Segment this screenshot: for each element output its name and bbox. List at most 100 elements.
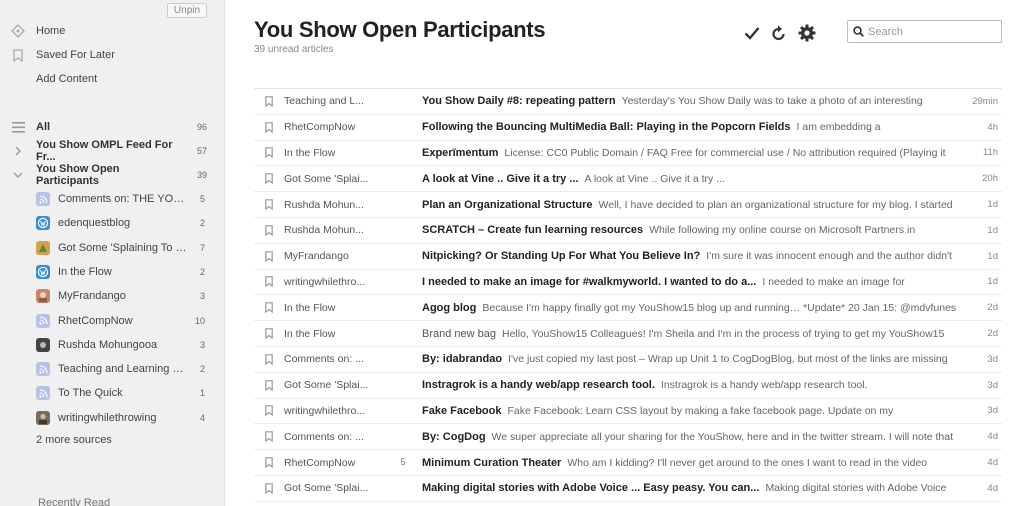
source-item[interactable]: writingwhilethrowing 4 <box>0 407 224 429</box>
save-bookmark-icon[interactable] <box>254 225 284 236</box>
article-title[interactable]: SCRATCH – Create fun learning resources <box>422 224 643 236</box>
article-summary[interactable]: Plan an Organizational Structure Well, I … <box>422 199 968 211</box>
article-summary[interactable]: Experïmentum License: CC0 Public Domain /… <box>422 147 968 159</box>
article-title[interactable]: Minimum Curation Theater <box>422 457 561 469</box>
nav-add-content[interactable]: Add Content <box>0 68 224 90</box>
source-item[interactable]: Rushda Mohungooa 3 <box>0 334 224 356</box>
article-row[interactable]: writingwhilethro... Fake Facebook Fake Fac… <box>254 399 1002 425</box>
article-source[interactable]: Got Some 'Splai... <box>284 379 384 391</box>
article-title[interactable]: You Show Daily #8: repeating pattern <box>422 95 616 107</box>
article-row[interactable]: In the Flow Brand new bag Hello, YouShow15… <box>254 321 1002 347</box>
save-bookmark-icon[interactable] <box>254 457 284 469</box>
article-summary[interactable]: Minimum Curation Theater Who am I kidding… <box>422 457 968 469</box>
save-bookmark-icon[interactable] <box>254 431 284 443</box>
article-summary[interactable]: By: CogDog We super appreciate all your s… <box>422 431 968 443</box>
article-source[interactable]: In the Flow <box>284 302 384 314</box>
article-source[interactable]: Comments on: ... <box>284 353 384 365</box>
article-title[interactable]: By: CogDog <box>422 431 486 443</box>
article-source[interactable]: Got Some 'Splai... <box>284 173 384 185</box>
source-item[interactable]: edenquestblog 2 <box>0 212 224 234</box>
more-sources-link[interactable]: 2 more sources <box>36 434 112 446</box>
article-source[interactable]: writingwhilethro... <box>284 405 384 417</box>
article-row[interactable]: Rushda Mohun... SCRATCH – Create fun lear… <box>254 218 1002 244</box>
article-row[interactable]: RhetCompNow 5 Minimum Curation Theater Who … <box>254 450 1002 476</box>
article-summary[interactable]: Agog blog Because I'm happy finally got m… <box>422 302 968 314</box>
article-source[interactable]: writingwhilethro... <box>284 276 384 288</box>
article-row[interactable]: writingwhilethro... I needed to make an i… <box>254 270 1002 296</box>
chevron-right-icon[interactable] <box>0 146 36 156</box>
article-summary[interactable]: Instragrok is a handy web/app research t… <box>422 379 968 391</box>
mark-read-check-icon[interactable] <box>742 23 762 43</box>
article-row[interactable]: Got Some 'Splai... A look at Vine .. Give… <box>254 166 1002 193</box>
save-bookmark-icon[interactable] <box>254 121 284 133</box>
article-row[interactable]: RhetCompNow Following the Bouncing MultiM… <box>254 115 1002 141</box>
article-title[interactable]: By: idabrandao <box>422 353 502 365</box>
source-item[interactable]: Teaching and Learning Portf... 2 <box>0 358 224 380</box>
source-item[interactable]: To The Quick 1 <box>0 382 224 404</box>
article-source[interactable]: RhetCompNow <box>284 121 384 133</box>
article-title[interactable]: Fake Facebook <box>422 405 501 417</box>
chevron-down-icon[interactable] <box>0 171 36 179</box>
article-source[interactable]: Teaching and L... <box>284 95 384 107</box>
article-row[interactable]: MyFrandango Nitpicking? Or Standing Up Fo… <box>254 244 1002 270</box>
recently-read-label[interactable]: Recently Read <box>38 497 110 506</box>
save-bookmark-icon[interactable] <box>254 405 284 417</box>
article-source[interactable]: In the Flow <box>284 147 384 159</box>
search-input[interactable] <box>868 25 993 38</box>
article-summary[interactable]: Making digital stories with Adobe Voice … <box>422 482 968 494</box>
unpin-button[interactable]: Unpin <box>167 3 207 18</box>
nav-home[interactable]: Home <box>0 20 224 42</box>
article-title[interactable]: Brand new bag <box>422 328 496 340</box>
article-source[interactable]: RhetCompNow <box>284 457 384 469</box>
article-title[interactable]: Making digital stories with Adobe Voice … <box>422 482 759 494</box>
source-item[interactable]: In the Flow 2 <box>0 261 224 283</box>
save-bookmark-icon[interactable] <box>254 276 284 288</box>
article-row[interactable]: Comments on: ... By: idabrandao I've just … <box>254 347 1002 373</box>
article-title[interactable]: A look at Vine .. Give it a try ... <box>422 173 579 185</box>
article-title[interactable]: Nitpicking? Or Standing Up For What You … <box>422 250 700 262</box>
source-item[interactable]: MyFrandango 3 <box>0 285 224 307</box>
gear-icon[interactable] <box>797 23 817 43</box>
article-title[interactable]: Experïmentum <box>422 147 498 159</box>
article-summary[interactable]: SCRATCH – Create fun learning resources W… <box>422 224 968 236</box>
article-row[interactable]: Got Some 'Splai... Instragrok is a handy … <box>254 373 1002 399</box>
article-source[interactable]: Rushda Mohun... <box>284 224 384 236</box>
save-bookmark-icon[interactable] <box>254 328 284 340</box>
save-bookmark-icon[interactable] <box>254 96 284 107</box>
article-source[interactable]: MyFrandango <box>284 250 384 262</box>
article-title[interactable]: Plan an Organizational Structure <box>422 199 593 211</box>
article-title[interactable]: Agog blog <box>422 302 476 314</box>
article-title[interactable]: Following the Bouncing MultiMedia Ball: … <box>422 121 791 133</box>
save-bookmark-icon[interactable] <box>254 147 284 159</box>
article-source[interactable]: Rushda Mohun... <box>284 199 384 211</box>
search-box[interactable] <box>847 20 1002 43</box>
article-summary[interactable]: You Show Daily #8: repeating pattern Yest… <box>422 95 968 107</box>
feed-open-participants[interactable]: You Show Open Participants 39 <box>0 163 224 187</box>
article-row[interactable]: In the Flow Experïmentum License: CC0 Publ… <box>254 141 1002 167</box>
article-summary[interactable]: By: idabrandao I've just copied my last p… <box>422 353 968 365</box>
article-summary[interactable]: Following the Bouncing MultiMedia Ball: … <box>422 121 968 133</box>
article-source[interactable]: In the Flow <box>284 328 384 340</box>
nav-saved-for-later[interactable]: Saved For Later <box>0 44 224 66</box>
save-bookmark-icon[interactable] <box>254 173 284 185</box>
article-summary[interactable]: A look at Vine .. Give it a try ... A loo… <box>422 173 968 185</box>
source-item[interactable]: RhetCompNow 10 <box>0 310 224 332</box>
save-bookmark-icon[interactable] <box>254 379 284 391</box>
nav-all[interactable]: All 96 <box>0 116 224 138</box>
save-bookmark-icon[interactable] <box>254 199 284 211</box>
article-source[interactable]: Comments on: ... <box>284 431 384 443</box>
refresh-icon[interactable] <box>769 23 789 43</box>
source-item[interactable]: Got Some 'Splaining To Do 7 <box>0 237 224 259</box>
save-bookmark-icon[interactable] <box>254 302 284 314</box>
save-bookmark-icon[interactable] <box>254 354 284 365</box>
article-row[interactable]: Teaching and L... You Show Daily #8: repe… <box>254 89 1002 115</box>
save-bookmark-icon[interactable] <box>254 250 284 262</box>
article-row[interactable]: Got Some 'Splai... Making digital stories… <box>254 476 1002 502</box>
article-source[interactable]: Got Some 'Splai... <box>284 482 384 494</box>
article-row[interactable]: Comments on: ... By: CogDog We super appre… <box>254 424 1002 451</box>
article-summary[interactable]: Nitpicking? Or Standing Up For What You … <box>422 250 968 262</box>
source-item[interactable]: Comments on: THE YOU S... 5 <box>0 188 224 210</box>
article-row[interactable]: In the Flow Agog blog Because I'm happy fi… <box>254 295 1002 322</box>
article-title[interactable]: I needed to make an image for #walkmywor… <box>422 276 756 288</box>
article-summary[interactable]: Fake Facebook Fake Facebook: Learn CSS la… <box>422 405 968 417</box>
